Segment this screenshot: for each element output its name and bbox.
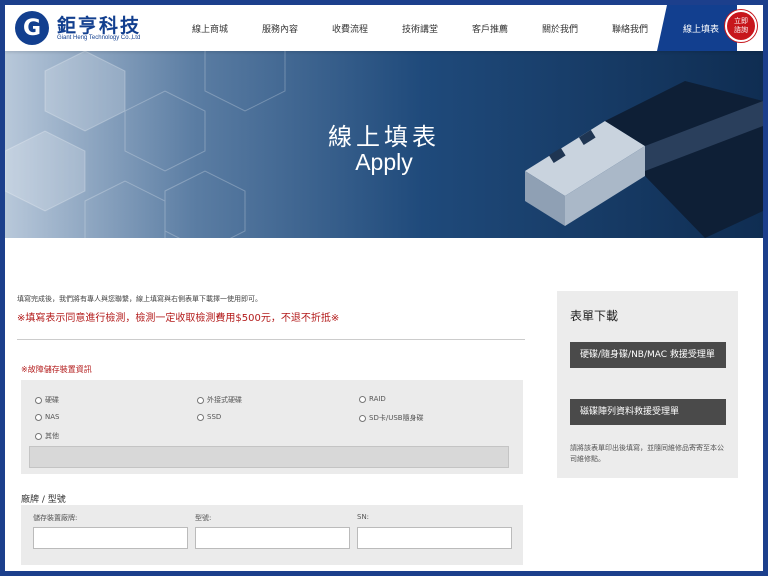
radio-button-icon[interactable]	[35, 396, 42, 404]
radio-label: NAS	[45, 413, 60, 421]
consult-now-button[interactable]: 立即 諮詢	[725, 10, 757, 42]
hero-banner: 線上填表 Apply	[5, 51, 763, 238]
download-note: 請將該表單印出後填寫，並隨同維修品寄寄至本公司維修點。	[570, 444, 724, 463]
radio-label: SD卡/USB隨身碟	[369, 414, 424, 422]
radio-external-hdd[interactable]: 外接式硬碟	[197, 395, 242, 405]
radio-label: 其他	[45, 432, 59, 440]
download-title: 表單下載	[570, 309, 619, 323]
brand-model-section-title: 廠牌 / 型號	[21, 495, 66, 505]
radio-raid[interactable]: RAID	[359, 395, 386, 403]
divider	[17, 339, 525, 340]
radio-button-icon[interactable]	[359, 414, 366, 422]
download-hdd-form-button[interactable]: 硬碟/隨身碟/NB/MAC 救援受理單	[570, 342, 726, 368]
banner-title: 線上填表	[328, 123, 440, 151]
device-brand-label: 儲存裝置廠牌:	[33, 514, 78, 522]
nav-item-testimonials[interactable]: 客戶推薦	[455, 5, 525, 51]
nav-item-services[interactable]: 服務內容	[245, 5, 315, 51]
nav-item-contact[interactable]: 聯絡我們	[595, 5, 665, 51]
radio-ssd[interactable]: SSD	[197, 413, 221, 421]
nav-item-pricing[interactable]: 收費流程	[315, 5, 385, 51]
radio-button-icon[interactable]	[35, 432, 42, 440]
main-nav: 線上商城 服務內容 收費流程 技術講堂 客戶推薦 關於我們 聯絡我們	[175, 5, 665, 51]
nav-item-shop[interactable]: 線上商城	[175, 5, 245, 51]
nav-item-tech[interactable]: 技術講堂	[385, 5, 455, 51]
form-download-panel: 表單下載 硬碟/隨身碟/NB/MAC 救援受理單 磁碟陣列資料救援受理單 請將該…	[557, 291, 738, 478]
banner-subtitle: Apply	[355, 149, 413, 175]
radio-label: 外接式硬碟	[207, 396, 242, 404]
radio-button-icon[interactable]	[197, 396, 204, 404]
intro-text: 填寫完成後，我們將有專人與您聯繫，線上填寫與右側表單下載擇一使用即可。	[17, 295, 262, 303]
logo[interactable]: G 鉅亨科技 Giant Heng Technology Co.,Ltd	[15, 9, 175, 47]
radio-button-icon[interactable]	[35, 413, 42, 421]
other-device-input[interactable]	[29, 446, 509, 468]
cta-line-2: 諮詢	[734, 26, 748, 34]
cta-line-1: 立即	[734, 17, 748, 25]
radio-sd-usb[interactable]: SD卡/USB隨身碟	[359, 413, 424, 423]
radio-button-icon[interactable]	[197, 413, 204, 421]
radio-other[interactable]: 其他	[35, 431, 59, 441]
download-raid-form-button[interactable]: 磁碟陣列資料救援受理單	[570, 399, 726, 425]
device-type-panel: 硬碟 外接式硬碟 RAID NAS SSD SD卡/USB隨身碟 其他	[21, 380, 523, 474]
radio-hdd[interactable]: 硬碟	[35, 395, 59, 405]
site-header: G 鉅亨科技 Giant Heng Technology Co.,Ltd 線上商…	[5, 5, 763, 51]
model-label: 型號:	[195, 514, 212, 522]
radio-button-icon[interactable]	[359, 395, 366, 403]
nav-item-about[interactable]: 關於我們	[525, 5, 595, 51]
logo-mark-icon: G	[15, 11, 49, 45]
radio-label: 硬碟	[45, 396, 59, 404]
device-brand-input[interactable]	[33, 527, 188, 549]
model-input[interactable]	[195, 527, 350, 549]
sn-label: SN:	[357, 513, 370, 521]
brand-name-cn: 鉅亨科技	[57, 15, 142, 37]
page-frame: G 鉅亨科技 Giant Heng Technology Co.,Ltd 線上商…	[5, 5, 763, 571]
brand-model-panel: 儲存裝置廠牌: 型號: SN:	[21, 505, 523, 565]
brand-name-en: Giant Heng Technology Co.,Ltd	[57, 35, 141, 41]
radio-nas[interactable]: NAS	[35, 413, 59, 421]
logo-letter: G	[22, 15, 42, 41]
sn-input[interactable]	[357, 527, 512, 549]
radio-label: SSD	[207, 413, 222, 421]
fee-notice: ※填寫表示同意進行檢測，檢測一定收取檢測費用$500元，不退不折抵※	[17, 313, 340, 324]
device-section-title: ※故障儲存裝置資訊	[21, 365, 92, 374]
radio-label: RAID	[369, 395, 386, 403]
